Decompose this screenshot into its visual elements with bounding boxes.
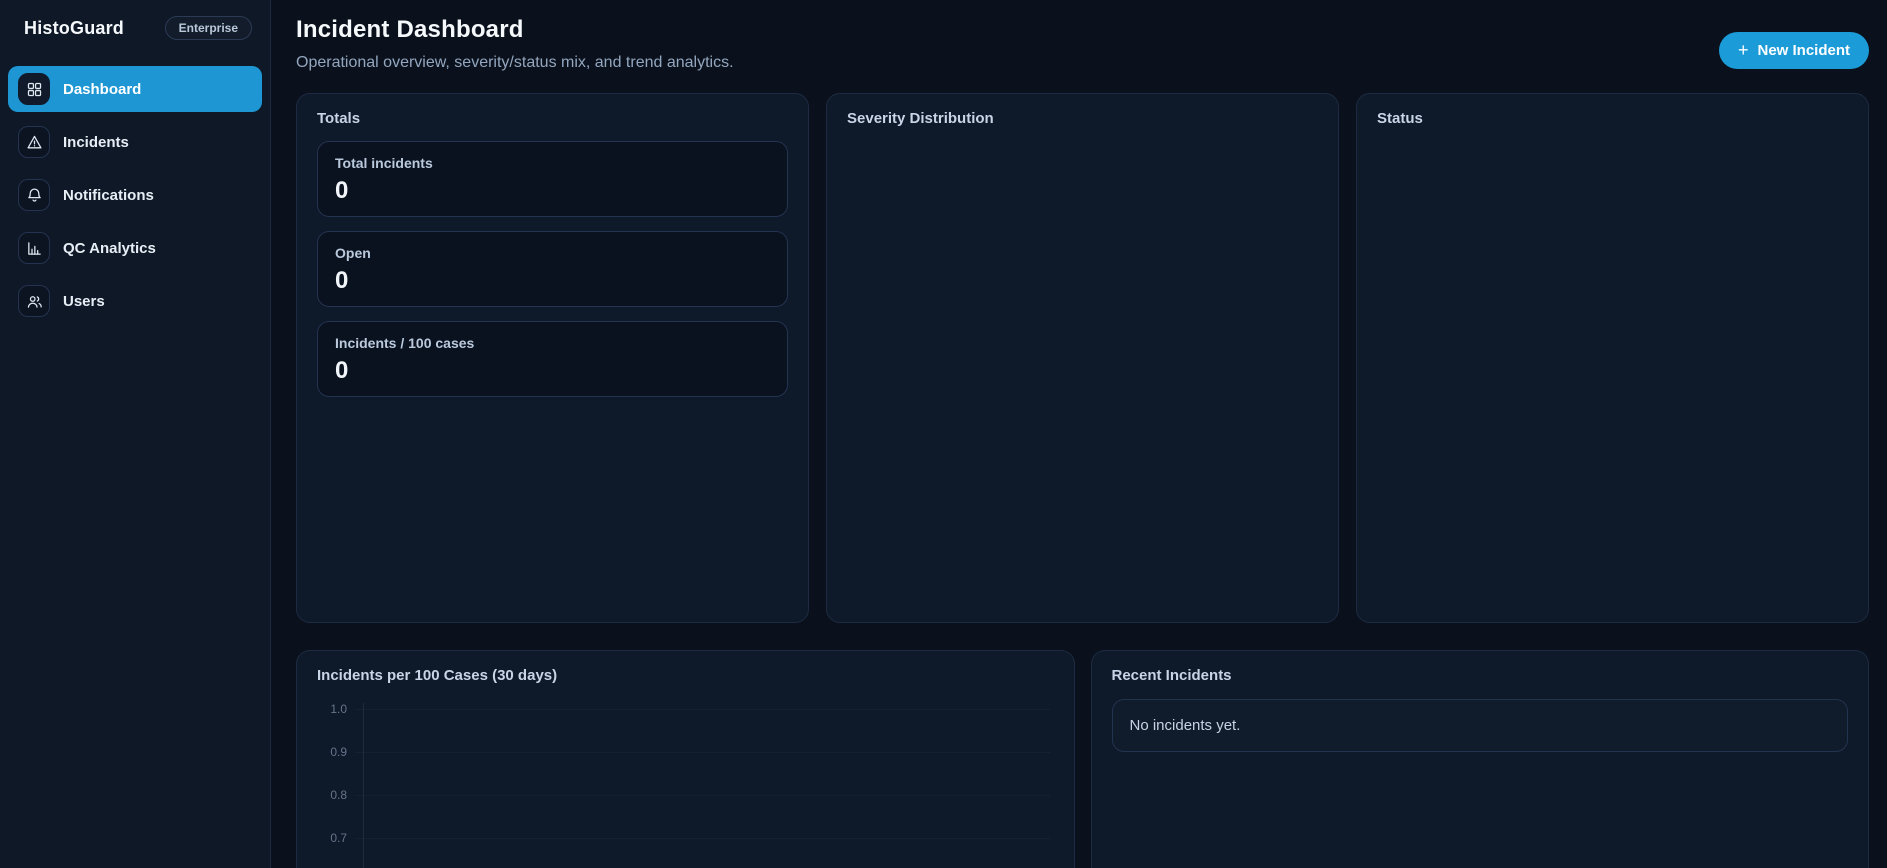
stat-label: Open	[335, 245, 770, 261]
bar-chart-icon	[18, 232, 50, 264]
trend-chart-card: Incidents per 100 Cases (30 days) 1.0 0.…	[296, 650, 1075, 868]
y-tick-label: 0.9	[317, 745, 355, 759]
y-tick-label: 1.0	[317, 702, 355, 716]
y-tick: 0.7	[317, 832, 1050, 844]
sidebar-item-label: Dashboard	[63, 81, 141, 98]
sidebar: HistoGuard Enterprise Dashboard Incident…	[0, 0, 271, 868]
bottom-card-grid: Incidents per 100 Cases (30 days) 1.0 0.…	[296, 650, 1869, 868]
status-card: Status	[1356, 93, 1869, 623]
stat-value: 0	[335, 357, 770, 385]
enterprise-badge: Enterprise	[165, 16, 252, 40]
sidebar-item-qc-analytics[interactable]: QC Analytics	[8, 225, 262, 271]
totals-card: Totals Total incidents 0 Open 0 Incident…	[296, 93, 809, 623]
y-tick: 0.8	[317, 789, 1050, 801]
stat-tile-total-incidents: Total incidents 0	[317, 141, 788, 217]
totals-card-title: Totals	[317, 110, 788, 127]
sidebar-item-label: Notifications	[63, 187, 154, 204]
status-card-title: Status	[1377, 110, 1848, 127]
gridline	[355, 752, 1050, 753]
sidebar-item-dashboard[interactable]: Dashboard	[8, 66, 262, 112]
sidebar-item-label: Incidents	[63, 134, 129, 151]
page-header: Incident Dashboard Operational overview,…	[296, 16, 1869, 72]
plus-icon: +	[1738, 41, 1749, 59]
gridline	[355, 795, 1050, 796]
new-incident-button[interactable]: + New Incident	[1719, 32, 1869, 69]
y-tick-label: 0.8	[317, 788, 355, 802]
sidebar-item-notifications[interactable]: Notifications	[8, 172, 262, 218]
gridline	[355, 838, 1050, 839]
page-title: Incident Dashboard	[296, 16, 734, 44]
alert-triangle-icon	[18, 126, 50, 158]
trend-chart-plot: 1.0 0.9 0.8 0.7 0.6	[317, 698, 1054, 868]
stat-value: 0	[335, 267, 770, 295]
y-tick: 1.0	[317, 703, 1050, 715]
stat-value: 0	[335, 177, 770, 205]
severity-distribution-card: Severity Distribution	[826, 93, 1339, 623]
trend-chart-title: Incidents per 100 Cases (30 days)	[317, 667, 1054, 684]
bell-icon	[18, 179, 50, 211]
sidebar-item-users[interactable]: Users	[8, 278, 262, 324]
severity-card-title: Severity Distribution	[847, 110, 1318, 127]
stat-tile-open: Open 0	[317, 231, 788, 307]
new-incident-label: New Incident	[1757, 42, 1850, 59]
stat-tile-incidents-per-100: Incidents / 100 cases 0	[317, 321, 788, 397]
sidebar-item-label: Users	[63, 293, 105, 310]
y-tick: 0.9	[317, 746, 1050, 758]
stat-label: Incidents / 100 cases	[335, 335, 770, 351]
users-icon	[18, 285, 50, 317]
sidebar-item-incidents[interactable]: Incidents	[8, 119, 262, 165]
sidebar-nav: Dashboard Incidents Notifications QC Ana…	[8, 66, 262, 324]
recent-incidents-empty-state: No incidents yet.	[1112, 699, 1849, 752]
page-subtitle: Operational overview, severity/status mi…	[296, 54, 734, 72]
gridline	[355, 709, 1050, 710]
top-card-grid: Totals Total incidents 0 Open 0 Incident…	[296, 93, 1869, 623]
stat-label: Total incidents	[335, 155, 770, 171]
recent-incidents-card: Recent Incidents No incidents yet.	[1091, 650, 1870, 868]
sidebar-item-label: QC Analytics	[63, 240, 156, 257]
main-content: Incident Dashboard Operational overview,…	[271, 0, 1887, 868]
brand-name: HistoGuard	[24, 18, 124, 39]
recent-incidents-title: Recent Incidents	[1112, 667, 1849, 684]
y-tick-label: 0.7	[317, 831, 355, 845]
brand-row: HistoGuard Enterprise	[8, 10, 262, 44]
grid-icon	[18, 73, 50, 105]
